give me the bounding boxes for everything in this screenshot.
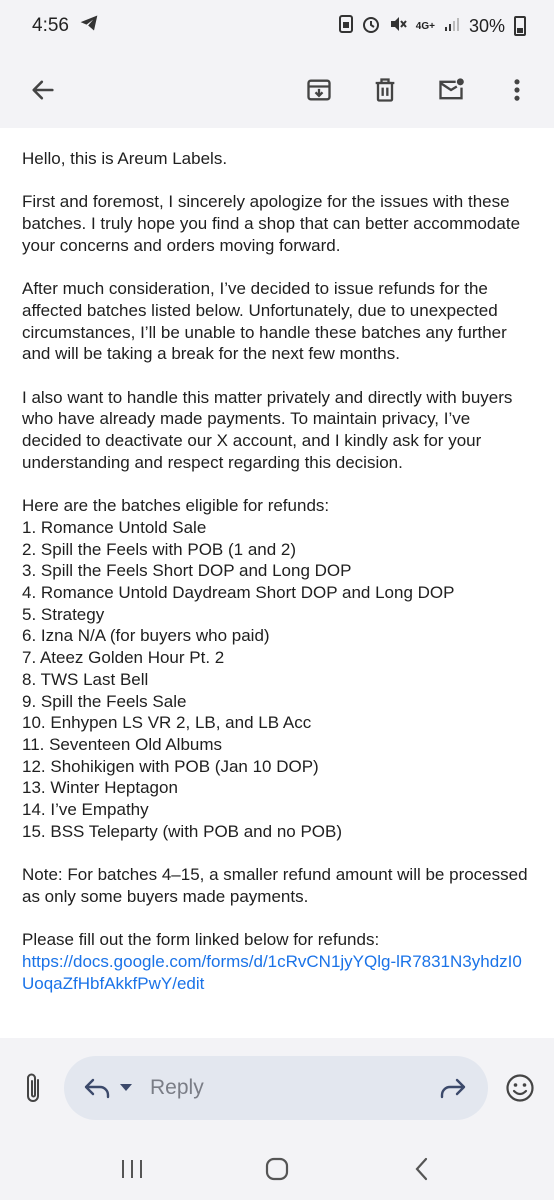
archive-icon xyxy=(307,79,331,101)
recent-apps-button[interactable] xyxy=(102,1145,162,1193)
list-item: 9. Spill the Feels Sale xyxy=(22,691,187,711)
delete-button[interactable] xyxy=(362,67,408,113)
network-type: 4G+ xyxy=(415,20,435,32)
more-vert-icon xyxy=(514,79,520,101)
forward-button[interactable] xyxy=(438,1073,468,1103)
list-item: 13. Winter Heptagon xyxy=(22,778,178,798)
mail-unread-icon xyxy=(439,78,464,100)
paragraph-refunds: After much consideration, I’ve decided t… xyxy=(22,279,507,364)
emoji-reaction-button[interactable] xyxy=(502,1066,538,1110)
reply-field[interactable]: Reply xyxy=(64,1056,488,1120)
paragraph-privacy: I also want to handle this matter privat… xyxy=(22,387,513,472)
battery-icon xyxy=(514,16,526,36)
refund-form-link[interactable]: https://docs.google.com/forms/d/1cRvCN1j… xyxy=(22,952,522,993)
mark-unread-button[interactable] xyxy=(428,67,474,113)
greeting: Hello, this is Areum Labels. xyxy=(22,149,228,168)
list-item: 7. Ateez Golden Hour Pt. 2 xyxy=(22,648,225,668)
recents-icon xyxy=(122,1160,143,1178)
list-item: 14. I’ve Empathy xyxy=(22,800,149,820)
back-button[interactable] xyxy=(20,67,66,113)
caret-down-icon xyxy=(120,1084,132,1091)
home-icon xyxy=(265,1157,289,1181)
home-button[interactable] xyxy=(247,1145,307,1193)
list-item: 4. Romance Untold Daydream Short DOP and… xyxy=(22,583,455,602)
list-item: 15. BSS Teleparty (with POB and no POB) xyxy=(22,821,343,841)
forward-icon xyxy=(440,1078,466,1099)
email-body: Hello, this is Areum Labels. First and f… xyxy=(22,148,532,994)
email-content: Hello, this is Areum Labels. First and f… xyxy=(0,128,554,1038)
form-intro: Please fill out the form linked below fo… xyxy=(22,930,380,950)
chevron-left-icon xyxy=(415,1157,427,1181)
reply-options-dropdown[interactable] xyxy=(120,1081,132,1095)
smiley-icon xyxy=(506,1074,534,1102)
sim-icon xyxy=(338,14,353,38)
list-item: 3. Spill the Feels Short DOP and Long DO… xyxy=(22,561,352,581)
nav-back-button[interactable] xyxy=(392,1145,452,1193)
list-item: 10. Enhypen LS VR 2, LB, and LB Acc xyxy=(22,713,312,733)
batch-list: 1. Romance Untold Sale 2. Spill the Feel… xyxy=(22,517,532,843)
list-item: 11. Seventeen Old Albums xyxy=(22,734,223,754)
list-item: 1. Romance Untold Sale xyxy=(22,517,207,537)
navigation-bar xyxy=(0,1138,554,1200)
mute-icon xyxy=(389,15,407,38)
status-bar: 4:56 4G+ 30% xyxy=(0,0,554,52)
trash-icon xyxy=(375,78,395,102)
battery-percent: 30% xyxy=(468,15,505,36)
status-right: 4G+ 30% xyxy=(338,14,526,38)
reply-placeholder: Reply xyxy=(150,1076,204,1099)
reply-icon[interactable] xyxy=(82,1073,112,1103)
signal-icon xyxy=(444,16,460,37)
batch-list-intro: Here are the batches eligible for refund… xyxy=(22,496,330,516)
paragraph-apology: First and foremost, I sincerely apologiz… xyxy=(22,192,521,255)
list-item: 12. Shohikigen with POB (Jan 10 DOP) xyxy=(22,756,319,776)
list-item: 2. Spill the Feels with POB (1 and 2) xyxy=(22,539,297,559)
paperclip-icon xyxy=(27,1073,39,1102)
list-item: 8. TWS Last Bell xyxy=(22,669,149,689)
status-left: 4:56 xyxy=(32,14,99,38)
refund-note: Note: For batches 4–15, a smaller refund… xyxy=(22,865,528,906)
archive-button[interactable] xyxy=(296,67,342,113)
arrow-left-icon xyxy=(32,80,54,100)
telegram-icon xyxy=(79,14,99,38)
attach-button[interactable] xyxy=(16,1066,50,1110)
more-options-button[interactable] xyxy=(494,67,540,113)
email-toolbar xyxy=(0,52,554,128)
list-item: 6. Izna N/A (for buyers who paid) xyxy=(22,626,270,646)
list-item: 5. Strategy xyxy=(22,604,105,624)
reply-area: Reply xyxy=(0,1038,554,1138)
status-time: 4:56 xyxy=(32,15,69,36)
alarm-icon xyxy=(362,15,380,38)
